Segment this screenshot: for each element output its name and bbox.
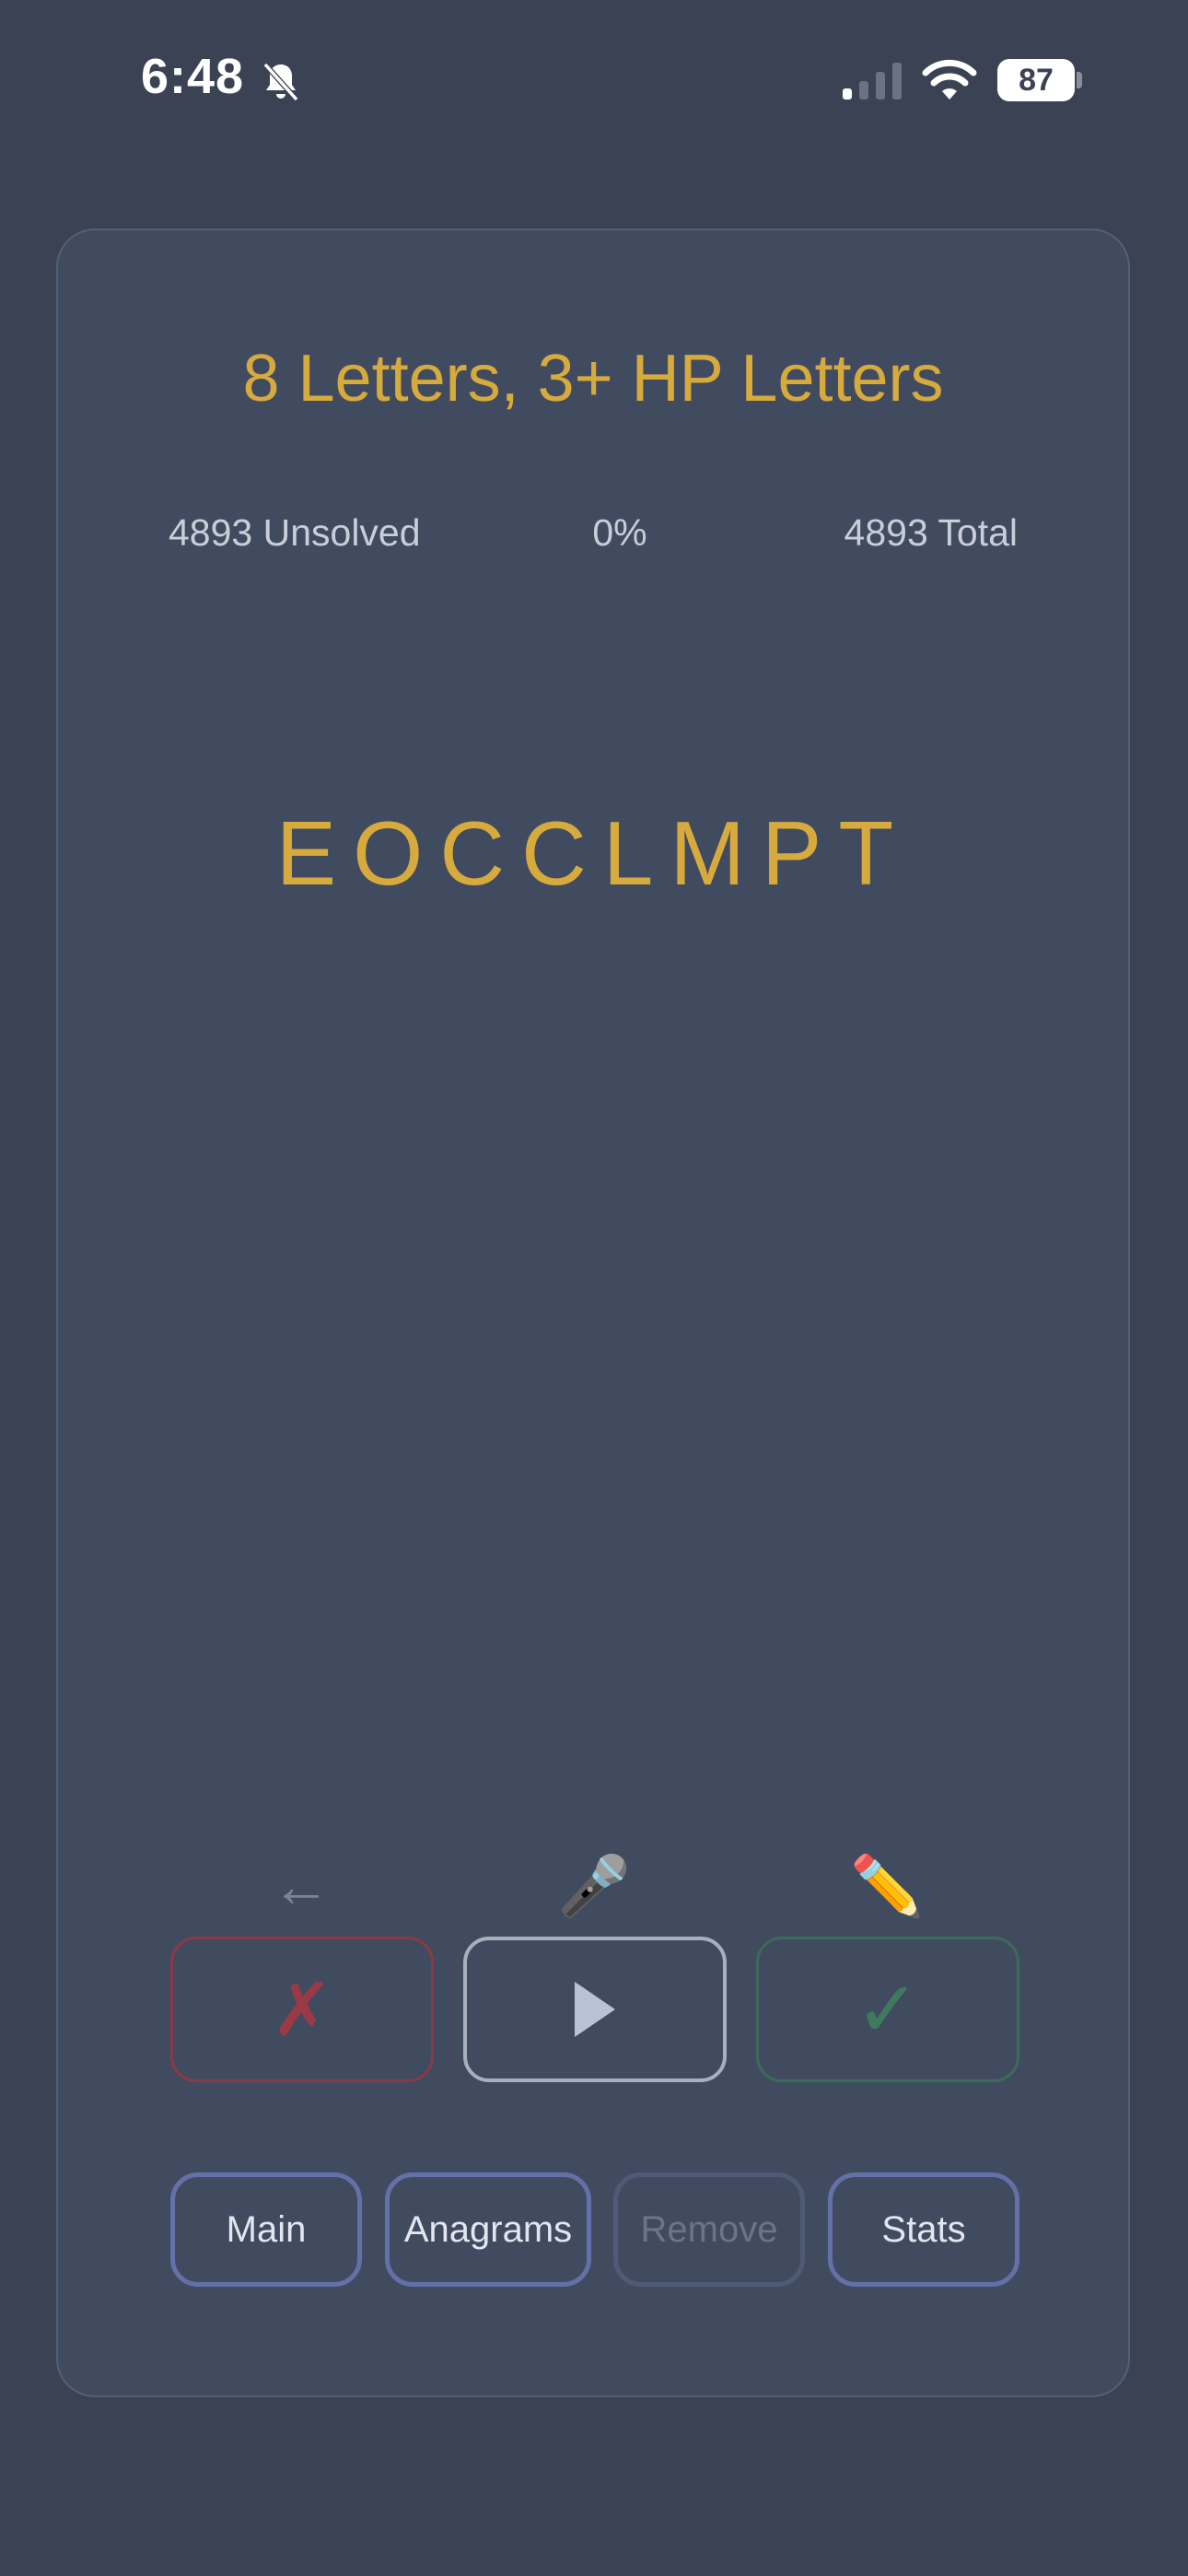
scrambled-letters: EOCCLMPT (275, 802, 911, 904)
unsolved-count: 4893 Unsolved (169, 511, 421, 554)
x-mark-icon: ✗ (271, 1968, 333, 2051)
battery-cap (1077, 72, 1082, 88)
total-count: 4893 Total (844, 511, 1018, 554)
cell-signal-icon (843, 63, 902, 100)
status-bar: 6:48 87 (0, 0, 1188, 157)
play-icon (575, 1982, 615, 2037)
remove-button[interactable]: Remove (613, 2172, 805, 2287)
microphone-icon[interactable]: 🎤 (548, 1844, 640, 1927)
status-time: 6:48 (141, 49, 245, 104)
battery-icon: 87 (997, 59, 1082, 101)
wifi-icon (922, 59, 977, 100)
anagrams-button[interactable]: Anagrams (385, 2172, 591, 2287)
pencil-icon[interactable]: ✏️ (841, 1844, 933, 1927)
bell-slash-icon (262, 62, 299, 102)
wrong-button[interactable]: ✗ (170, 1937, 434, 2082)
mode-title: 8 Letters, 3+ HP Letters (242, 342, 944, 416)
game-card: 8 Letters, 3+ HP Letters 4893 Unsolved 0… (56, 228, 1130, 2397)
stats-button[interactable]: Stats (828, 2172, 1019, 2287)
correct-button[interactable]: ✓ (756, 1937, 1019, 2082)
percent-solved: 0% (592, 511, 647, 554)
main-button[interactable]: Main (170, 2172, 362, 2287)
check-mark-icon: ✓ (855, 1966, 921, 2053)
battery-level: 87 (997, 59, 1075, 101)
back-arrow-icon[interactable]: ← (255, 1844, 347, 1927)
play-button[interactable] (463, 1937, 727, 2082)
